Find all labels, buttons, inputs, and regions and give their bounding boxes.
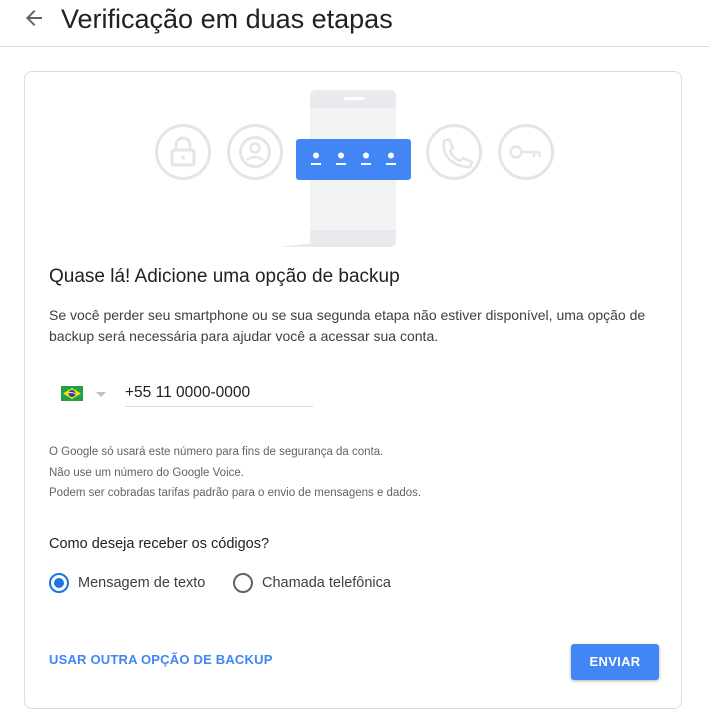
phone-call-icon	[426, 124, 482, 180]
radio-selected-icon	[49, 573, 69, 593]
charges-note: Podem ser cobradas tarifas padrão para o…	[49, 487, 422, 499]
brazil-flag-icon	[61, 386, 83, 401]
radio-text-message-label: Mensagem de texto	[78, 575, 206, 591]
google-voice-note: Não use um número do Google Voice.	[49, 466, 244, 479]
header: Verificação em duas etapas	[0, 0, 709, 47]
use-other-backup-link[interactable]: USAR OUTRA OPÇÃO DE BACKUP	[49, 652, 273, 667]
lock-icon	[155, 124, 211, 180]
dropdown-arrow-icon	[96, 392, 106, 397]
radio-phone-call[interactable]: Chamada telefônica	[233, 572, 403, 594]
two-step-illustration	[155, 90, 554, 247]
page-title: Verificação em duas etapas	[61, 4, 393, 34]
phone-number-field	[125, 378, 313, 407]
phone-number-input[interactable]	[125, 382, 313, 404]
backup-option-card: Quase lá! Adicione uma opção de backup S…	[24, 71, 682, 709]
phone-number-row	[49, 378, 349, 410]
backup-heading: Quase lá! Adicione uma opção de backup	[49, 266, 400, 287]
person-icon	[227, 124, 283, 180]
security-note: O Google só usará este número para fins …	[49, 446, 384, 458]
send-button[interactable]: ENVIAR	[571, 644, 659, 680]
password-dots-icon	[296, 139, 411, 180]
delivery-question: Como deseja receber os códigos?	[49, 536, 270, 552]
arrow-back-icon[interactable]	[22, 6, 46, 30]
phone-notes: O Google só usará este número para fins …	[49, 442, 421, 504]
backup-description: Se você perder seu smartphone ou se sua …	[49, 307, 646, 344]
country-selector[interactable]	[61, 384, 115, 404]
radio-phone-call-label: Chamada telefônica	[262, 575, 391, 591]
radio-text-message[interactable]: Mensagem de texto	[49, 572, 209, 594]
radio-unselected-icon	[233, 573, 253, 593]
key-icon	[498, 124, 554, 180]
